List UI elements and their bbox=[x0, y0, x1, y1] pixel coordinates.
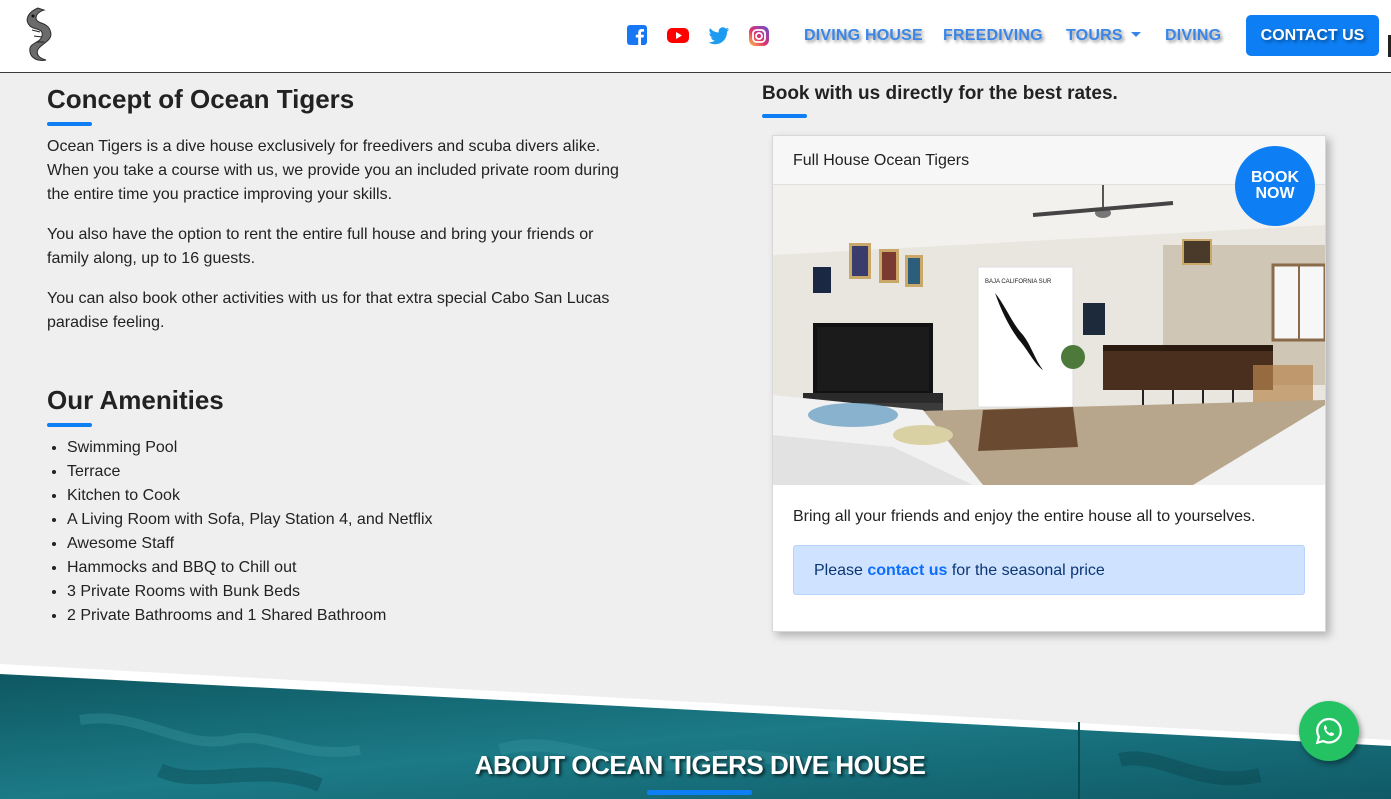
amenities-title: Our Amenities bbox=[47, 385, 224, 415]
seasonal-price-alert: Please contact us for the seasonal price bbox=[793, 545, 1305, 595]
whatsapp-icon bbox=[1315, 717, 1342, 745]
nav-tours-dropdown[interactable]: TOURS bbox=[1066, 27, 1141, 45]
booking-heading: Book with us directly for the best rates… bbox=[762, 83, 1118, 104]
map-poster-label: BAJA CALIFORNIA SUR bbox=[985, 279, 1052, 285]
amenities-title-underline bbox=[47, 423, 92, 427]
concept-title: Concept of Ocean Tigers bbox=[47, 84, 355, 114]
contact-us-link[interactable]: contact us bbox=[867, 562, 947, 579]
list-item: Swimming Pool bbox=[67, 436, 433, 460]
about-section-title: ABOUT OCEAN TIGERS DIVE HOUSE bbox=[474, 750, 926, 780]
card-title: Full House Ocean Tigers bbox=[793, 152, 970, 169]
nav-tours-label: TOURS bbox=[1066, 27, 1123, 44]
contact-us-button[interactable]: CONTACT US bbox=[1246, 15, 1379, 56]
tiger-fish-logo-icon[interactable] bbox=[18, 6, 56, 64]
instagram-icon[interactable] bbox=[748, 25, 770, 47]
youtube-icon[interactable] bbox=[666, 24, 690, 46]
alert-suffix: for the seasonal price bbox=[951, 562, 1105, 579]
concept-title-underline bbox=[47, 122, 92, 126]
list-item: Kitchen to Cook bbox=[67, 484, 433, 508]
list-item: 2 Private Bathrooms and 1 Shared Bathroo… bbox=[67, 604, 433, 628]
list-item: Terrace bbox=[67, 460, 433, 484]
concept-paragraph-2: You also have the option to rent the ent… bbox=[47, 226, 594, 267]
book-now-line-2: NOW bbox=[1255, 185, 1295, 202]
list-item: Hammocks and BBQ to Chill out bbox=[67, 556, 433, 580]
facebook-icon[interactable] bbox=[626, 24, 648, 46]
booking-card: Full House Ocean Tigers BOOK NOW BAJA CAL… bbox=[772, 135, 1326, 632]
list-item: Awesome Staff bbox=[67, 532, 433, 556]
list-item: 3 Private Rooms with Bunk Beds bbox=[67, 580, 433, 604]
alert-prefix: Please bbox=[814, 562, 863, 579]
booking-heading-underline bbox=[762, 114, 807, 118]
twitter-icon[interactable] bbox=[708, 24, 730, 46]
nav-freediving[interactable]: FREEDIVING bbox=[943, 27, 1043, 45]
concept-paragraph-3: You can also book other activities with … bbox=[47, 290, 610, 331]
living-room-photo: BAJA CALIFORNIA SUR bbox=[773, 185, 1325, 485]
whatsapp-button[interactable] bbox=[1299, 701, 1359, 761]
top-navbar: DIVING HOUSE FREEDIVING TOURS DIVING CON… bbox=[0, 0, 1391, 73]
list-item: A Living Room with Sofa, Play Station 4,… bbox=[67, 508, 433, 532]
book-now-line-1: BOOK bbox=[1251, 169, 1299, 186]
card-description: Bring all your friends and enjoy the ent… bbox=[793, 508, 1256, 525]
nav-diving[interactable]: DIVING bbox=[1165, 27, 1221, 45]
about-title-underline bbox=[647, 790, 752, 795]
book-now-badge[interactable]: BOOK NOW bbox=[1235, 146, 1315, 226]
caret-down-icon bbox=[1130, 32, 1141, 37]
amenities-list: Swimming Pool Terrace Kitchen to Cook A … bbox=[47, 436, 433, 628]
nav-diving-house[interactable]: DIVING HOUSE bbox=[804, 27, 923, 45]
concept-paragraph-1: Ocean Tigers is a dive house exclusively… bbox=[47, 138, 619, 203]
